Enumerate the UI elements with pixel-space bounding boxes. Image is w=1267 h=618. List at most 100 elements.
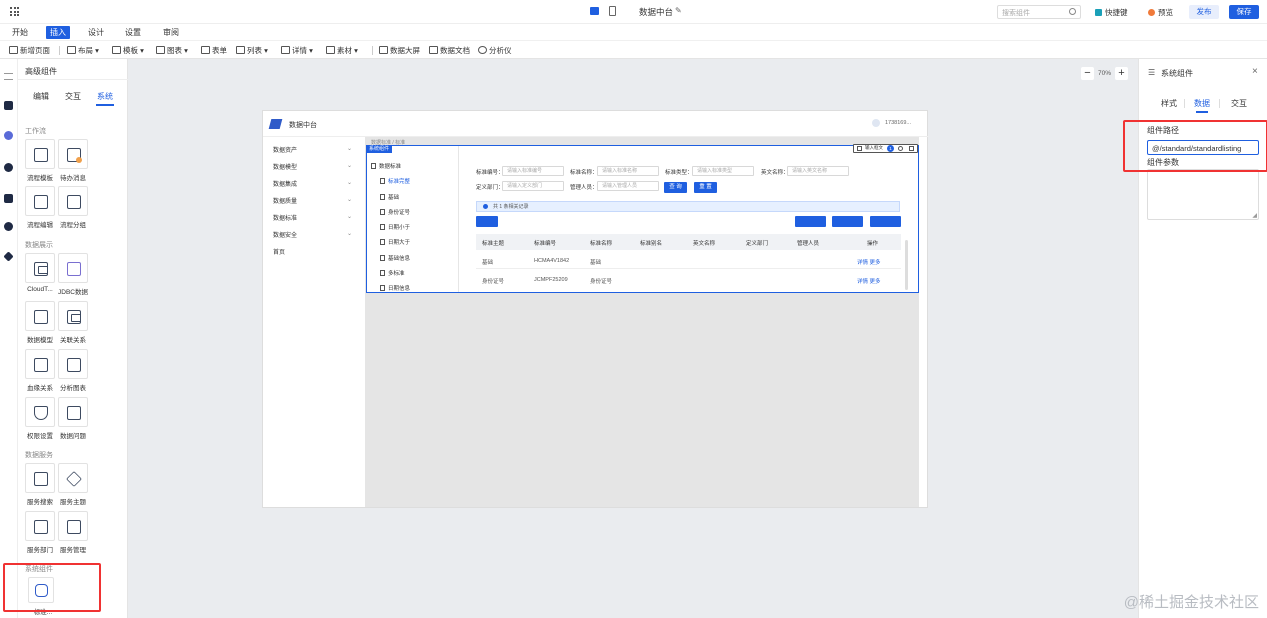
preview-button[interactable]: 预览 bbox=[1148, 7, 1173, 18]
component-icon[interactable] bbox=[4, 101, 13, 110]
component-service-dept[interactable]: 服务部门 bbox=[25, 511, 55, 554]
nav-item[interactable]: 数据安全 bbox=[273, 230, 297, 239]
tab-insert[interactable]: 插入 bbox=[46, 26, 70, 39]
component-relation[interactable]: 关联关系 bbox=[58, 301, 88, 344]
search-button[interactable]: 查 询 bbox=[664, 182, 687, 193]
toolbar-form[interactable]: 表单 bbox=[201, 45, 227, 56]
search-input[interactable]: 搜索组件 bbox=[997, 5, 1081, 19]
edit-title-icon[interactable]: ✎ bbox=[675, 6, 682, 15]
tree-node[interactable]: 基础信息 bbox=[380, 254, 410, 262]
tree-root[interactable]: 数据标准 bbox=[371, 162, 401, 170]
toolbar-data-doc[interactable]: 数据文档 bbox=[429, 45, 470, 56]
copy-icon[interactable] bbox=[898, 146, 903, 151]
icon-sidebar bbox=[0, 59, 18, 618]
component-analysis-chart[interactable]: 分析图表 bbox=[58, 349, 88, 392]
chart-pie-icon[interactable] bbox=[4, 163, 13, 172]
zoom-in-button[interactable]: + bbox=[1115, 67, 1128, 80]
tab-data[interactable]: 数据 bbox=[1194, 98, 1210, 109]
component-process-group[interactable]: 流程分组 bbox=[58, 186, 88, 229]
component-label: 流程编辑 bbox=[27, 222, 53, 229]
action-button[interactable] bbox=[870, 216, 901, 227]
row-actions[interactable]: 详情 更多 bbox=[857, 258, 881, 266]
resize-handle-icon[interactable]: ◢ bbox=[1252, 212, 1257, 219]
standard-code-input[interactable]: 请输入标准编号 bbox=[502, 166, 564, 176]
tab-review[interactable]: 审阅 bbox=[159, 26, 183, 39]
settings-icon[interactable] bbox=[4, 222, 13, 231]
nav-item[interactable]: 数据模型 bbox=[273, 162, 297, 171]
english-name-input[interactable]: 请输入英文名称 bbox=[787, 166, 849, 176]
toolbar-new-page[interactable]: 新增页面 bbox=[9, 45, 50, 56]
component-params-textarea[interactable]: ◢ bbox=[1147, 169, 1259, 220]
tree-node[interactable]: 日期大于 bbox=[380, 238, 410, 246]
nav-item[interactable]: 数据资产 bbox=[273, 145, 297, 154]
tab-design[interactable]: 设计 bbox=[84, 26, 108, 39]
standard-name-input[interactable]: 请输入标准名称 bbox=[597, 166, 659, 176]
nav-item[interactable]: 数据标准 bbox=[273, 213, 297, 222]
tab-settings[interactable]: 设置 bbox=[121, 26, 145, 39]
tree-node[interactable]: 基础 bbox=[380, 193, 399, 201]
tab-edit[interactable]: 编辑 bbox=[33, 91, 49, 102]
tree-node[interactable]: 日期信息 bbox=[380, 284, 410, 292]
zoom-out-button[interactable]: − bbox=[1081, 67, 1094, 80]
row-divider bbox=[476, 268, 901, 269]
tab-style[interactable]: 样式 bbox=[1161, 98, 1177, 109]
tab-interaction[interactable]: 交互 bbox=[1231, 98, 1247, 109]
component-service-manage[interactable]: 服务管理 bbox=[58, 511, 88, 554]
component-permission[interactable]: 权限设置 bbox=[25, 397, 55, 440]
tree-node[interactable]: 日期小于 bbox=[380, 223, 410, 231]
nav-item-home[interactable]: 首页 bbox=[273, 247, 285, 256]
top-bar: 数据中台 ✎ 搜索组件 快捷键 预览 发布 保存 bbox=[0, 0, 1267, 24]
toolbar-data-screen[interactable]: 数据大屏 bbox=[379, 45, 420, 56]
toolbar-material[interactable]: 素材 ▾ bbox=[326, 45, 358, 56]
action-button[interactable] bbox=[832, 216, 863, 227]
component-process-template[interactable]: 流程模板 bbox=[25, 139, 55, 182]
shortcut-button[interactable]: 快捷键 bbox=[1095, 7, 1128, 18]
component-service-topic[interactable]: 服务主题 bbox=[58, 463, 88, 506]
toolbar-layout[interactable]: 布局 ▾ bbox=[67, 45, 99, 56]
component-lineage[interactable]: 血缘关系 bbox=[25, 349, 55, 392]
tab-interaction[interactable]: 交互 bbox=[65, 91, 81, 102]
close-icon[interactable]: × bbox=[1252, 66, 1258, 77]
delete-icon[interactable] bbox=[909, 146, 914, 151]
form-label: 定义部门： bbox=[476, 185, 504, 191]
reset-button[interactable]: 重 置 bbox=[694, 182, 717, 193]
desktop-view-icon[interactable] bbox=[590, 7, 599, 15]
tab-start[interactable]: 开始 bbox=[8, 26, 32, 39]
row-actions[interactable]: 详情 更多 bbox=[857, 277, 881, 285]
menu-lines-icon[interactable] bbox=[4, 73, 13, 80]
toolbar-analyzer[interactable]: 分析仪 bbox=[478, 45, 512, 56]
data-source-icon[interactable] bbox=[4, 131, 13, 140]
component-data-issue[interactable]: 数据问题 bbox=[58, 397, 88, 440]
component-service-search[interactable]: 服务搜索 bbox=[25, 463, 55, 506]
component-todo-message[interactable]: 待办消息 bbox=[58, 139, 88, 182]
page-icon[interactable] bbox=[4, 194, 13, 203]
publish-button[interactable]: 发布 bbox=[1189, 5, 1219, 19]
system-component-frame[interactable]: 系统组件 输入框文 1 数据标准 标准完整 基础 身份证号 日期小于 日期大于 … bbox=[366, 144, 919, 293]
mobile-view-icon[interactable] bbox=[609, 6, 616, 16]
box-icon[interactable] bbox=[3, 251, 14, 262]
flow-group-icon bbox=[67, 195, 81, 209]
toolbar-chart[interactable]: 图表 ▾ bbox=[156, 45, 188, 56]
nav-item[interactable]: 数据集成 bbox=[273, 179, 297, 188]
tree-node[interactable]: 多标准 bbox=[380, 269, 405, 277]
action-button[interactable] bbox=[795, 216, 826, 227]
manager-input[interactable]: 请输入管理人员 bbox=[597, 181, 659, 191]
component-process-edit[interactable]: 流程编辑 bbox=[25, 186, 55, 229]
department-input[interactable]: 请输入定义部门 bbox=[502, 181, 564, 191]
nav-item[interactable]: 数据质量 bbox=[273, 196, 297, 205]
action-button[interactable] bbox=[476, 216, 498, 227]
comment-icon[interactable] bbox=[857, 146, 862, 151]
standard-type-input[interactable]: 请输入标准类型 bbox=[692, 166, 754, 176]
grid-menu-icon[interactable] bbox=[10, 7, 19, 16]
tree-node[interactable]: 身份证号 bbox=[380, 208, 410, 216]
component-jdbc[interactable]: JDBC数据 bbox=[58, 253, 88, 296]
tree-node[interactable]: 标准完整 bbox=[380, 177, 410, 185]
component-cloudt[interactable]: CloudT... bbox=[25, 253, 55, 293]
toolbar-list[interactable]: 列表 ▾ bbox=[236, 45, 268, 56]
scrollbar[interactable] bbox=[905, 240, 908, 290]
component-data-model[interactable]: 数据模型 bbox=[25, 301, 55, 344]
toolbar-detail[interactable]: 详情 ▾ bbox=[281, 45, 313, 56]
tab-system[interactable]: 系统 bbox=[97, 91, 113, 102]
toolbar-template[interactable]: 模板 ▾ bbox=[112, 45, 144, 56]
save-button[interactable]: 保存 bbox=[1229, 5, 1259, 19]
